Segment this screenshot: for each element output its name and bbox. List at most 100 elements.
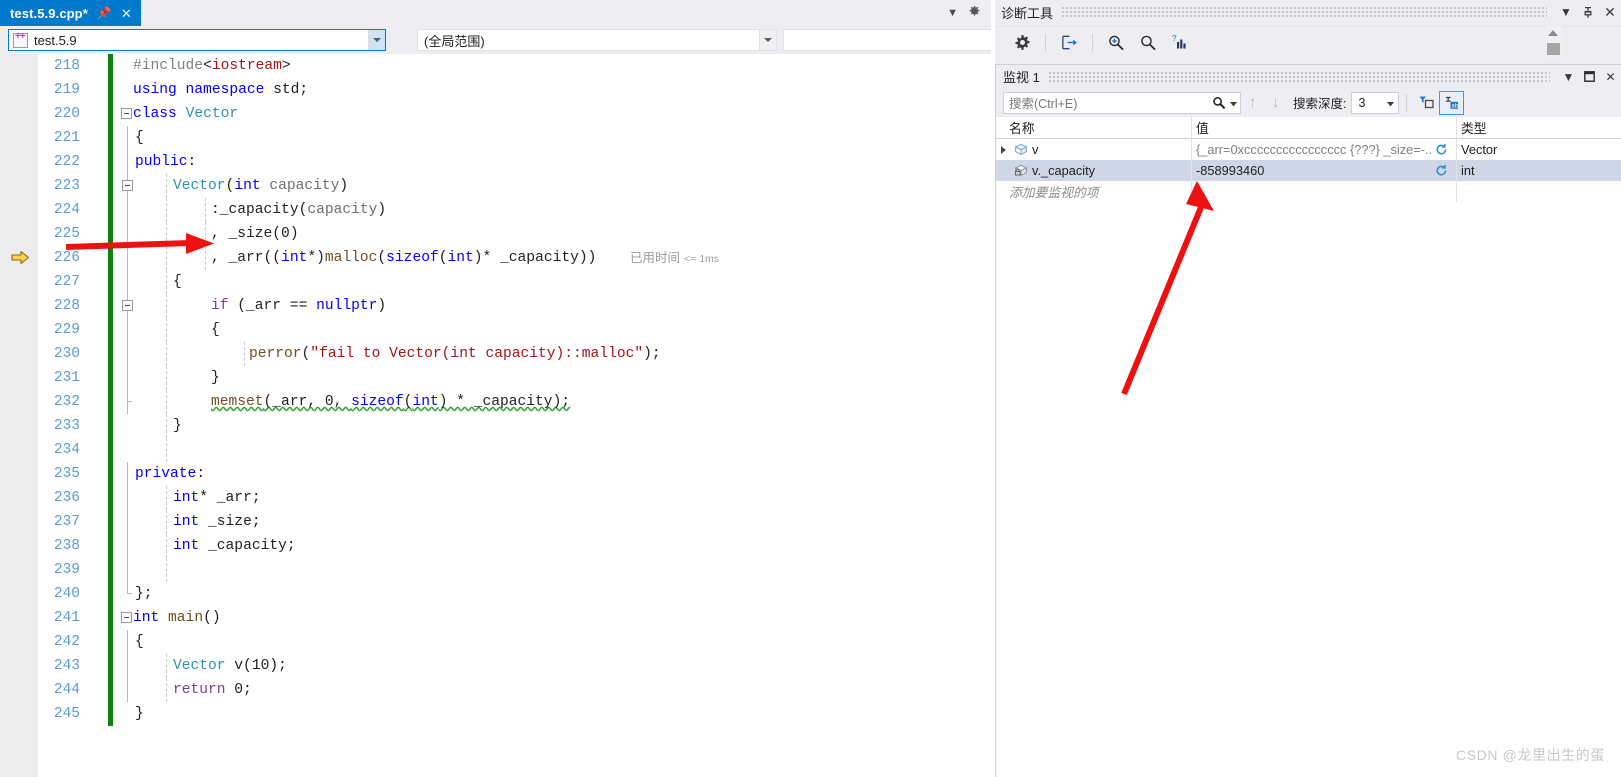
close-icon[interactable]: ✕: [1599, 0, 1621, 24]
column-divider: [1456, 139, 1457, 160]
chart-help-icon[interactable]: ?: [1165, 30, 1195, 56]
line-number: 236: [53, 490, 80, 506]
close-icon[interactable]: ✕: [1600, 65, 1621, 88]
editor-vertical-scrollbar[interactable]: [1545, 26, 1562, 60]
indent-guide: [127, 222, 128, 246]
code-line: 241 int main(): [0, 606, 991, 630]
drag-grip[interactable]: [1047, 70, 1550, 83]
line-number: 239: [53, 562, 80, 578]
object-icon: [1011, 143, 1030, 156]
collapse-toggle[interactable]: [122, 180, 133, 191]
code-text: private:: [135, 466, 206, 482]
refresh-icon[interactable]: [1431, 143, 1451, 156]
watch-variable-name: v._capacity: [1032, 163, 1096, 178]
watch-row-value-cell[interactable]: {_arr=0xcccccccccccccccc {???} _size=-..…: [1191, 142, 1456, 157]
table-row[interactable]: v._capacity -858993460 int: [996, 160, 1621, 181]
columns-ab-icon[interactable]: ab: [1439, 90, 1465, 115]
search-icon[interactable]: [1208, 96, 1230, 110]
expand-triangle-icon[interactable]: [996, 145, 1011, 154]
change-bar: [108, 174, 113, 198]
chevron-down-icon[interactable]: ▼: [1558, 65, 1579, 88]
zoom-in-button[interactable]: [1101, 30, 1131, 56]
indent-guide: [166, 318, 167, 342]
scope-dropdown[interactable]: (全局范围): [417, 29, 777, 51]
code-line: 244 return 0;: [0, 678, 991, 702]
watermark: CSDN @龙里出生的蛋: [1456, 747, 1605, 763]
collapse-toggle[interactable]: [122, 300, 133, 311]
pin-icon[interactable]: [1577, 0, 1599, 24]
code-text: perror("fail to Vector(int capacity)::ma…: [249, 346, 661, 362]
column-header-name[interactable]: 名称: [996, 118, 1191, 137]
editor-tab-test-5-9-cpp[interactable]: test.5.9.cpp* 📌 ✕: [0, 0, 141, 26]
watch-row-value-cell[interactable]: -858993460: [1191, 163, 1456, 178]
table-row[interactable]: v {_arr=0xcccccccccccccccc {???} _size=-…: [996, 139, 1621, 160]
drag-grip[interactable]: [1061, 6, 1547, 18]
scrollbar-thumb[interactable]: [1547, 43, 1560, 55]
chevron-down-icon[interactable]: ▼: [947, 7, 958, 19]
code-editor-surface[interactable]: 218 #include<iostream> 219 using namespa…: [0, 54, 991, 777]
project-dropdown[interactable]: test.5.9: [8, 29, 386, 51]
settings-button[interactable]: [1007, 30, 1037, 56]
code-line: 238 int _capacity;: [0, 534, 991, 558]
line-number: 234: [53, 442, 80, 458]
code-text: int main(): [133, 610, 221, 626]
code-line: 240 };: [0, 582, 991, 606]
code-line: 243 Vector v(10);: [0, 654, 991, 678]
watch-row-name-cell[interactable]: v._capacity: [996, 163, 1191, 178]
watch-row-type-cell: Vector: [1456, 142, 1621, 157]
line-number: 237: [53, 514, 80, 530]
watch-variable-type: int: [1461, 163, 1475, 178]
filter-pin-icon[interactable]: [1414, 91, 1439, 115]
line-number: 243: [53, 658, 80, 674]
line-number: 228: [53, 298, 80, 314]
search-depth-dropdown[interactable]: 3: [1351, 91, 1400, 114]
chevron-down-icon[interactable]: [1387, 94, 1395, 112]
change-bar: [108, 606, 113, 630]
code-text: }: [135, 706, 144, 722]
export-button[interactable]: [1054, 30, 1084, 56]
change-bar: [108, 414, 113, 438]
chevron-down-icon[interactable]: [759, 30, 776, 50]
code-line: 239: [0, 558, 991, 582]
code-text: }: [211, 370, 220, 386]
zoom-out-button[interactable]: [1133, 30, 1163, 56]
maximize-icon[interactable]: [1579, 65, 1600, 88]
indent-guide: [166, 294, 167, 318]
indent-guide: [127, 318, 128, 342]
line-number: 242: [53, 634, 80, 650]
change-bar: [108, 54, 113, 78]
line-number: 227: [53, 274, 80, 290]
code-line: 236 int* _arr;: [0, 486, 991, 510]
column-divider: [1456, 160, 1457, 181]
search-prev-button[interactable]: ↑: [1241, 91, 1264, 114]
collapse-toggle[interactable]: [121, 612, 132, 623]
code-text: int* _arr;: [173, 490, 261, 506]
indent-guide: [127, 246, 128, 270]
indent-guide: [205, 198, 206, 222]
code-text: int _capacity;: [173, 538, 296, 554]
pin-icon[interactable]: 📌: [97, 7, 112, 19]
scope-dropdown-value: (全局范围): [424, 33, 485, 49]
code-line: 224 :_capacity(capacity): [0, 198, 991, 222]
add-watch-item-row[interactable]: 添加要监视的项: [996, 181, 1621, 202]
execution-pointer-icon: [11, 250, 30, 265]
chevron-down-icon[interactable]: [1230, 94, 1240, 112]
collapse-toggle[interactable]: [121, 108, 132, 119]
code-text: };: [135, 586, 153, 602]
line-number: 240: [53, 586, 80, 602]
watch-row-name-cell[interactable]: v: [996, 142, 1191, 157]
indent-guide: [127, 198, 128, 222]
gear-icon[interactable]: [968, 5, 981, 21]
column-header-type[interactable]: 类型: [1456, 118, 1621, 137]
chevron-down-icon[interactable]: ▼: [1555, 0, 1577, 24]
close-icon[interactable]: ✕: [121, 7, 132, 20]
code-text: Vector v(10);: [173, 658, 287, 674]
search-input[interactable]: 搜索(Ctrl+E): [1003, 91, 1241, 114]
chevron-down-icon[interactable]: [368, 30, 385, 50]
column-header-value[interactable]: 值: [1191, 118, 1456, 137]
code-line: 222 public:: [0, 150, 991, 174]
indent-guide: [166, 270, 167, 294]
scroll-up-icon[interactable]: [1548, 30, 1558, 36]
refresh-icon[interactable]: [1431, 164, 1451, 177]
search-next-button[interactable]: ↓: [1264, 91, 1287, 114]
